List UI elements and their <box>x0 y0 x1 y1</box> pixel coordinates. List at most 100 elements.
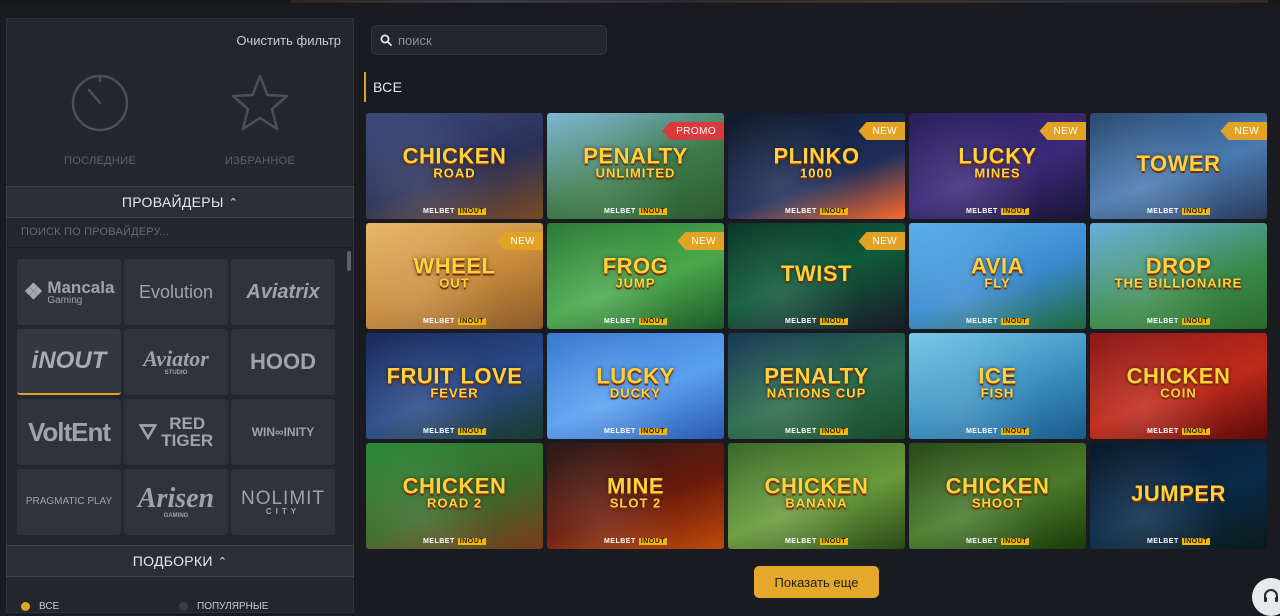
headset-icon <box>1264 589 1278 602</box>
provider-label: iNOUT <box>31 347 107 374</box>
game-subtitle: FISH <box>980 385 1015 401</box>
brand-tag: INOUT <box>1181 538 1211 545</box>
game-search-box[interactable] <box>371 25 607 55</box>
games-grid: CHICKEN ROAD MELBET INOUT PENALTY UNLIMITED ME… <box>366 113 1270 549</box>
game-title: FROG JUMP <box>547 255 724 291</box>
new-badge: NEW <box>677 232 724 250</box>
game-card[interactable]: JUMPER MELBET INOUT <box>1090 443 1267 549</box>
game-title: CHICKEN ROAD 2 <box>366 475 543 510</box>
game-title: TWIST <box>728 260 905 286</box>
provider-nolimit-city[interactable]: NOLIMIT CITY <box>231 469 335 535</box>
chevron-up-icon: ⌃ <box>228 196 239 209</box>
provider-aviator[interactable]: Aviator STUDIO <box>124 329 228 395</box>
new-badge: NEW <box>858 122 905 140</box>
brand-tag: INOUT <box>1181 208 1211 215</box>
game-title-line: TWIST <box>781 260 852 286</box>
provider-evolution[interactable]: Evolution <box>124 259 228 325</box>
game-card[interactable]: CHICKEN ROAD MELBET INOUT <box>366 113 543 219</box>
game-subtitle: BANANA <box>785 495 848 511</box>
game-card[interactable]: CHICKEN SHOOT MELBET INOUT <box>909 443 1086 549</box>
search-input[interactable] <box>398 32 588 48</box>
provider-label: NOLIMIT <box>240 487 326 509</box>
provider-label: Aviatrix <box>246 281 320 303</box>
collection-label: ВСЕ <box>39 601 60 612</box>
game-card[interactable]: FROG JUMP MELBET INOUT NEW <box>547 223 724 329</box>
game-card[interactable]: CHICKEN ROAD 2 MELBET INOUT <box>366 443 543 549</box>
provider-aviatrix[interactable]: Aviatrix <box>231 259 335 325</box>
game-card[interactable]: PENALTY NATIONS CUP MELBET INOUT <box>728 333 905 439</box>
brand-tag: INOUT <box>1000 538 1030 545</box>
brand-tag: INOUT <box>819 318 849 325</box>
provider-the-hood[interactable]: HOOD <box>231 329 335 395</box>
provider-label: RED <box>169 414 206 433</box>
brand-text: MELBET <box>965 538 998 545</box>
game-subtitle: DUCKY <box>609 385 662 401</box>
provider-brand: MELBET INOUT <box>1090 318 1267 325</box>
game-card[interactable]: CHICKEN BANANA MELBET INOUT <box>728 443 905 549</box>
game-title: MINE SLOT 2 <box>547 475 724 511</box>
game-card[interactable]: TOWER MELBET INOUT NEW <box>1090 113 1267 219</box>
game-card[interactable]: WHEEL OUT MELBET INOUT NEW <box>366 223 543 329</box>
game-card[interactable]: PENALTY UNLIMITED MELBET INOUT PROMO <box>547 113 724 219</box>
collection-all[interactable]: ВСЕ <box>21 601 59 612</box>
provider-brand: MELBET INOUT <box>909 208 1086 215</box>
game-card[interactable]: FRUIT LOVE FEVER MELBET INOUT <box>366 333 543 439</box>
provider-volt-ent[interactable]: VoltEnt <box>17 399 121 465</box>
new-badge: NEW <box>496 232 543 250</box>
game-card[interactable]: LUCKY MINES MELBET INOUT NEW <box>909 113 1086 219</box>
game-title: PLINKO 1000 <box>728 145 905 180</box>
game-title: PENALTY UNLIMITED <box>547 145 724 180</box>
support-chat-button[interactable] <box>1252 578 1280 616</box>
provider-label: Mancala <box>47 277 115 297</box>
banner-image <box>290 0 1268 3</box>
game-subtitle: JUMP <box>615 275 656 291</box>
tiger-logo-icon: ⛛ <box>138 419 158 444</box>
provider-search-input[interactable]: ПОИСК ПО ПРОВАЙДЕРУ... <box>21 226 169 238</box>
provider-inout[interactable]: iNOUT <box>17 329 121 395</box>
chevron-up-icon: ⌃ <box>217 555 228 568</box>
clear-filter-link[interactable]: Очистить фильтр <box>236 33 341 48</box>
game-card[interactable]: CHICKEN COIN MELBET INOUT <box>1090 333 1267 439</box>
favorites-button[interactable]: ИЗБРАННОЕ <box>185 73 335 167</box>
game-card[interactable]: MINE SLOT 2 MELBET INOUT <box>547 443 724 549</box>
brand-tag: INOUT <box>457 208 487 215</box>
section-title: ВСЕ <box>364 72 402 102</box>
game-title: CHICKEN COIN <box>1090 365 1267 400</box>
game-card[interactable]: PLINKO 1000 MELBET INOUT NEW <box>728 113 905 219</box>
game-card[interactable]: LUCKY DUCKY MELBET INOUT <box>547 333 724 439</box>
game-card[interactable]: TWIST MELBET INOUT NEW <box>728 223 905 329</box>
game-subtitle: MINES <box>974 165 1021 181</box>
brand-tag: INOUT <box>457 538 487 545</box>
game-card[interactable]: AVIA FLY MELBET INOUT <box>909 223 1086 329</box>
providers-scrollbar[interactable] <box>347 251 351 271</box>
game-title: PENALTY NATIONS CUP <box>728 365 905 400</box>
provider-pragmatic-play[interactable]: PRAGMATIC PLAY <box>17 469 121 535</box>
collection-label: ПОПУЛЯРНЫЕ <box>197 601 269 612</box>
provider-red-tiger[interactable]: ⛛ RED TIGER <box>124 399 228 465</box>
collections-toggle[interactable]: ПОДБОРКИ ⌃ <box>6 545 354 577</box>
provider-wininfinity[interactable]: WIN∞INITY <box>231 399 335 465</box>
brand-text: MELBET <box>422 318 455 325</box>
game-card[interactable]: DROP THE BILLIONAIRE MELBET INOUT <box>1090 223 1267 329</box>
provider-mancala[interactable]: ❖ Mancala Gaming <box>17 259 121 325</box>
providers-header: ПРОВАЙДЕРЫ <box>121 194 224 210</box>
game-subtitle: SHOOT <box>971 495 1024 511</box>
brand-text: MELBET <box>603 428 636 435</box>
favorites-label: ИЗБРАННОЕ <box>224 155 296 167</box>
provider-label: Arisen <box>137 483 215 514</box>
brand-tag: INOUT <box>1000 428 1030 435</box>
game-title: CHICKEN SHOOT <box>909 475 1086 511</box>
brand-text: MELBET <box>422 428 455 435</box>
provider-brand: MELBET INOUT <box>909 428 1086 435</box>
collection-popular[interactable]: ПОПУЛЯРНЫЕ <box>179 601 268 612</box>
recent-games-button[interactable]: ПОСЛЕДНИЕ <box>25 73 175 167</box>
game-subtitle: SLOT 2 <box>609 495 662 511</box>
show-more-button[interactable]: Показать еще <box>754 566 879 598</box>
brand-tag: INOUT <box>819 428 849 435</box>
top-banner-strip <box>0 0 1280 4</box>
provider-arisen[interactable]: Arisen GAMING <box>124 469 228 535</box>
game-card[interactable]: ICE FISH MELBET INOUT <box>909 333 1086 439</box>
new-badge: NEW <box>858 232 905 250</box>
providers-toggle[interactable]: ПРОВАЙДЕРЫ ⌃ <box>6 186 354 218</box>
provider-label: WIN∞INITY <box>251 425 315 439</box>
